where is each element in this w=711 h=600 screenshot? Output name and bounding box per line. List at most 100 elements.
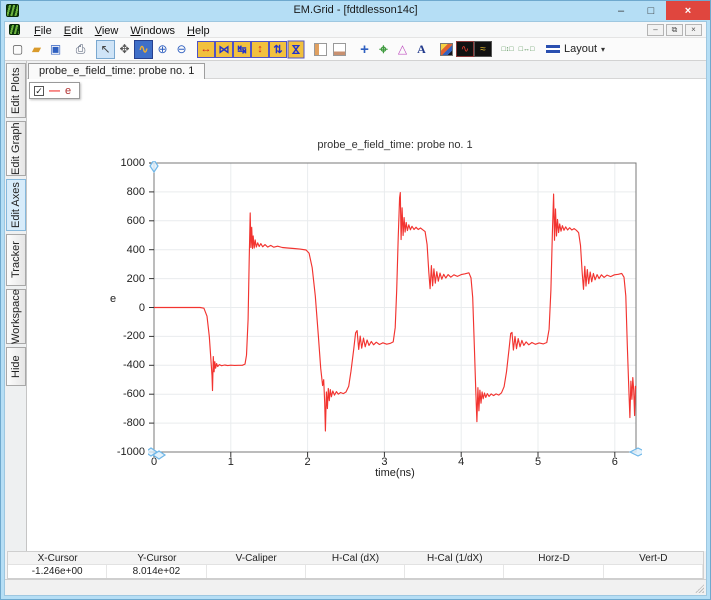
subplot-horizontal-icon[interactable] (330, 40, 349, 59)
sidebar-tab-tracker[interactable]: Tracker (6, 234, 26, 286)
open-file-icon[interactable]: ▰ (27, 40, 46, 59)
zoom-window-icon[interactable]: ∿ (134, 40, 153, 59)
h-distribute-icon[interactable]: □↔□ (517, 40, 536, 59)
menu-file[interactable]: File (28, 25, 58, 37)
menu-help[interactable]: Help (181, 25, 216, 37)
print-icon[interactable]: ⎙ (71, 40, 90, 59)
readout-header: V-Caliper (207, 552, 306, 565)
mdi-restore-button[interactable]: ⧉ (666, 24, 683, 36)
series-line-sample: — (49, 85, 60, 97)
y-tick-label: 1000 (101, 157, 145, 169)
zoom-out-icon[interactable]: ⊖ (172, 40, 191, 59)
resize-grip[interactable] (694, 583, 704, 593)
y-tick-label: -200 (101, 330, 145, 342)
workspace: Edit Plots Edit Graph Edit Axes Tracker Work… (5, 61, 706, 551)
sidebar-tabs: Edit Plots Edit Graph Edit Axes Tracker Work… (5, 61, 27, 551)
y-tick-label: -600 (101, 388, 145, 400)
legend-box: ✓ — e (29, 82, 80, 99)
v-axis-expand-icon[interactable]: ↕ (251, 41, 269, 58)
title-bar: EM.Grid - [fdtdlesson14c] – □ × (1, 1, 710, 21)
h-axis-compress-icon[interactable]: ⋈ (215, 41, 233, 58)
y-tick-label: -800 (101, 417, 145, 429)
x-tick-label: 4 (446, 456, 476, 468)
x-tick-label: 5 (523, 456, 553, 468)
chart-title: probe_e_field_time: probe no. 1 (154, 139, 636, 151)
readout-header: X-Cursor (8, 552, 107, 565)
chart-area: ✓ — e probe_e_field_time: probe no. 1 e … (27, 79, 706, 551)
h-axis-expand-icon[interactable]: ↔ (197, 41, 215, 58)
menu-edit[interactable]: Edit (58, 25, 89, 37)
y-tick-label: 600 (101, 215, 145, 227)
main-frame: FileEditViewWindowsHelp – ⧉ × ▢▰▣⎙↖✥∿⊕⊖↔… (4, 21, 707, 596)
readout-header: Y-Cursor (107, 552, 206, 565)
layout-label: Layout (564, 43, 597, 55)
document-tab[interactable]: probe_e_field_time: probe no. 1 (28, 63, 205, 80)
sidebar-tab-hide[interactable]: Hide (6, 347, 26, 386)
readout-value (306, 565, 405, 578)
mdi-minimize-button[interactable]: – (647, 24, 664, 36)
caliper-delta-icon[interactable]: △ (393, 40, 412, 59)
waveform-plot[interactable] (148, 161, 642, 460)
plot-style-dark-multi-icon[interactable]: ≈ (474, 41, 492, 57)
readout-value: -1.246e+00 (8, 565, 107, 578)
app-window: EM.Grid - [fdtdlesson14c] – □ × FileEdit… (0, 0, 711, 600)
new-document-icon[interactable]: ▢ (8, 40, 27, 59)
layout-bars-icon (546, 45, 560, 54)
document-tab-strip: probe_e_field_time: probe no. 1 (27, 61, 706, 79)
document-logo-icon (9, 24, 20, 35)
plot-style-dark-red-icon[interactable]: ∿ (456, 41, 474, 57)
minimize-button[interactable]: – (606, 1, 636, 20)
v-axis-compress-icon[interactable]: ⇅ (269, 41, 287, 58)
readout-header: Vert-D (604, 552, 703, 565)
y-tick-label: 0 (101, 302, 145, 314)
mdi-close-button[interactable]: × (685, 24, 702, 36)
select-arrow-icon[interactable]: ↖ (96, 40, 115, 59)
zoom-in-icon[interactable]: ⊕ (153, 40, 172, 59)
y-tick-label: 800 (101, 186, 145, 198)
text-annotation-icon[interactable]: A (412, 40, 431, 59)
series-label: e (65, 85, 71, 97)
menu-bar: FileEditViewWindowsHelp – ⧉ × (5, 22, 706, 37)
tracker-cursor-icon[interactable]: ⌖ (374, 40, 393, 59)
x-tick-label: 2 (293, 456, 323, 468)
y-tick-label: 200 (101, 273, 145, 285)
status-bar (5, 579, 706, 595)
maximize-button[interactable]: □ (636, 1, 666, 20)
export-image-icon[interactable] (437, 40, 456, 59)
chevron-down-icon: ▾ (601, 45, 605, 54)
pan-hand-icon[interactable]: ✥ (115, 40, 134, 59)
readout-header: Horz-D (504, 552, 603, 565)
subplot-vertical-icon[interactable] (311, 40, 330, 59)
menu-view[interactable]: View (89, 25, 125, 37)
sidebar-tab-edit-graph[interactable]: Edit Graph (6, 121, 26, 176)
readout-value (604, 565, 703, 578)
v-axis-fit-icon[interactable]: ⋈ (288, 40, 305, 58)
readout-value: 8.014e+02 (107, 565, 206, 578)
sidebar-tab-workspace[interactable]: Workspace (6, 289, 26, 344)
x-tick-label: 6 (600, 456, 630, 468)
x-tick-label: 3 (369, 456, 399, 468)
save-file-icon[interactable]: ▣ (46, 40, 65, 59)
readout-value (207, 565, 306, 578)
mdi-controls: – ⧉ × (647, 24, 702, 36)
readout-value (405, 565, 504, 578)
v-distribute-icon[interactable]: □↕□ (498, 40, 517, 59)
plot-panel: probe_e_field_time: probe no. 1 ✓ — e pr… (27, 61, 706, 551)
x-tick-label: 1 (216, 456, 246, 468)
close-button[interactable]: × (666, 1, 710, 20)
layout-button[interactable]: Layout ▾ (542, 40, 609, 59)
x-tick-label: 0 (139, 456, 169, 468)
toolbar: ▢▰▣⎙↖✥∿⊕⊖↔⋈↹↕⇅⋈+⌖△A∿≈□↕□□↔□Layout▾ (5, 37, 706, 61)
y-tick-label: -400 (101, 359, 145, 371)
menu-windows[interactable]: Windows (124, 25, 181, 37)
readout-header: H-Cal (dX) (306, 552, 405, 565)
cursor-readout-table: X-CursorY-CursorV-CaliperH-Cal (dX)H-Cal… (7, 551, 704, 579)
h-axis-fit-icon[interactable]: ↹ (233, 41, 251, 58)
readout-value (504, 565, 603, 578)
readout-header: H-Cal (1/dX) (405, 552, 504, 565)
window-title: EM.Grid - [fdtdlesson14c] (1, 4, 710, 16)
sidebar-tab-edit-axes[interactable]: Edit Axes (6, 179, 26, 231)
add-curve-icon[interactable]: + (355, 40, 374, 59)
sidebar-tab-edit-plots[interactable]: Edit Plots (6, 63, 26, 118)
series-visibility-checkbox[interactable]: ✓ (34, 86, 44, 96)
